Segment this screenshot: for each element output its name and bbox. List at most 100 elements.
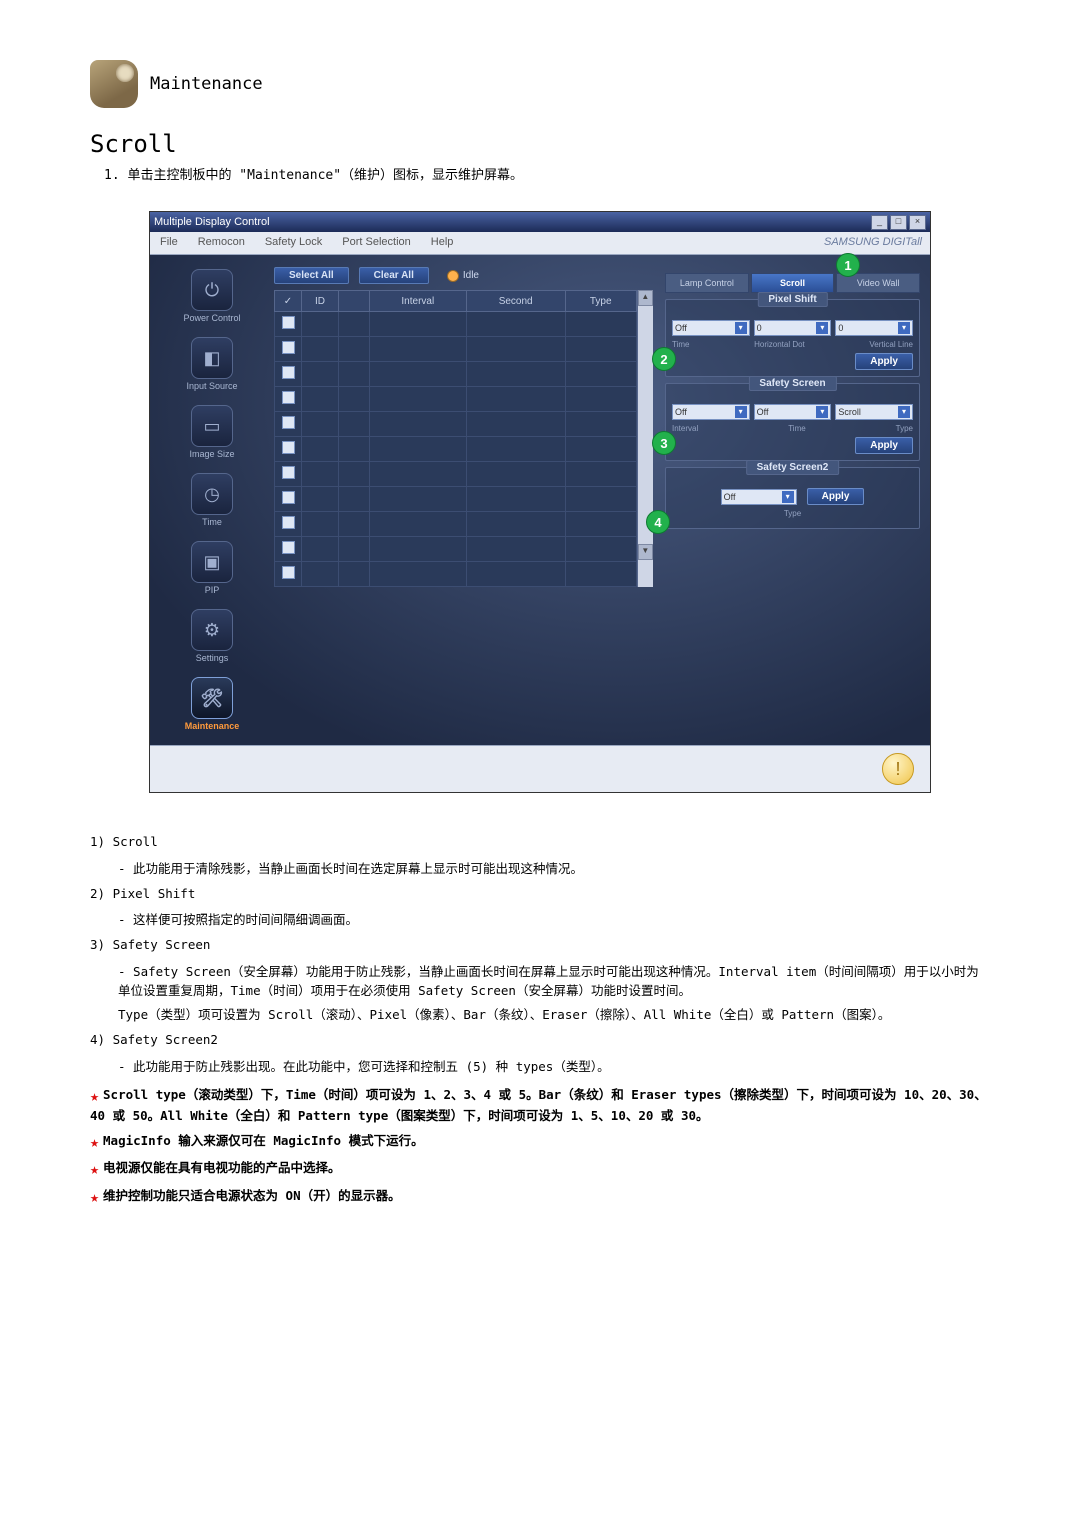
minimize-button[interactable]: _ [871, 215, 888, 230]
col-type: Type [565, 291, 636, 312]
desc-1-sub: - 此功能用于清除残影，当静止画面长时间在选定屏幕上显示时可能出现这种情况。 [118, 860, 990, 879]
nav-settings[interactable]: ⚙ Settings [191, 609, 233, 663]
row-checkbox[interactable] [282, 541, 295, 554]
star-icon: ★ [90, 1087, 99, 1105]
close-button[interactable]: × [909, 215, 926, 230]
idle-label: Idle [463, 270, 479, 281]
maintenance-icon: 🛠 [191, 677, 233, 719]
maintenance-doc-icon [90, 60, 138, 108]
nav-power-control[interactable]: ⏻ Power Control [183, 269, 240, 323]
nav-pip[interactable]: ▣ PIP [191, 541, 233, 595]
table-row[interactable] [275, 537, 637, 562]
nav-image-size[interactable]: ▭ Image Size [189, 405, 234, 459]
pixel-shift-hd-select[interactable]: 0▾ [754, 320, 832, 336]
label-type: Type [896, 424, 913, 433]
row-checkbox[interactable] [282, 316, 295, 329]
table-row[interactable] [275, 562, 637, 587]
desc-4-sub: - 此功能用于防止残影出现。在此功能中，您可选择和控制五 (5) 种 types… [118, 1058, 990, 1077]
idle-dot-icon [447, 270, 459, 282]
pixel-shift-off-select[interactable]: Off▾ [672, 320, 750, 336]
callout-badge-3: 3 [652, 431, 676, 455]
row-checkbox[interactable] [282, 491, 295, 504]
app-window: Multiple Display Control _ □ × File Remo… [149, 211, 931, 793]
row-checkbox[interactable] [282, 416, 295, 429]
step-num: 1. [104, 168, 120, 183]
pixel-shift-apply-button[interactable]: Apply [855, 353, 913, 370]
clear-all-button[interactable]: Clear All [359, 267, 429, 284]
tab-scroll[interactable]: Scroll [751, 273, 835, 293]
menu-help[interactable]: Help [421, 232, 464, 254]
row-checkbox[interactable] [282, 466, 295, 479]
menu-safety-lock[interactable]: Safety Lock [255, 232, 332, 254]
info-icon[interactable]: ! [882, 753, 914, 785]
desc-2-sub: - 这样便可按照指定的时间间隔细调画面。 [118, 911, 990, 930]
right-pane: 1 Lamp Control Scroll Video Wall Pixel S… [661, 255, 930, 745]
row-checkbox[interactable] [282, 341, 295, 354]
group-safety-screen2: Safety Screen2 Off▾ Apply Type 4 [665, 467, 920, 529]
chevron-down-icon: ▾ [782, 491, 794, 503]
pip-icon: ▣ [191, 541, 233, 583]
group-title: Safety Screen [748, 376, 836, 391]
title-bar[interactable]: Multiple Display Control _ □ × [150, 212, 930, 232]
nav-label: PIP [205, 585, 220, 595]
safety-interval-select[interactable]: Off▾ [672, 404, 750, 420]
settings-icon: ⚙ [191, 609, 233, 651]
pixel-shift-vl-select[interactable]: 0▾ [835, 320, 913, 336]
safety2-type-select[interactable]: Off▾ [721, 489, 797, 505]
row-checkbox[interactable] [282, 516, 295, 529]
group-title: Safety Screen2 [746, 460, 840, 475]
image-size-icon: ▭ [191, 405, 233, 447]
scroll-down-icon[interactable]: ▼ [638, 544, 653, 560]
table-row[interactable] [275, 437, 637, 462]
select-all-button[interactable]: Select All [274, 267, 349, 284]
nav-input-source[interactable]: ◧ Input Source [186, 337, 237, 391]
menu-remocon[interactable]: Remocon [188, 232, 255, 254]
safety-time-select[interactable]: Off▾ [754, 404, 832, 420]
table-row[interactable] [275, 512, 637, 537]
menu-bar: File Remocon Safety Lock Port Selection … [150, 232, 930, 255]
label-interval: Interval [672, 424, 698, 433]
table-row[interactable] [275, 337, 637, 362]
table-row[interactable] [275, 312, 637, 337]
star-icon: ★ [90, 1160, 99, 1178]
row-checkbox[interactable] [282, 566, 295, 579]
callout-badge-2: 2 [652, 347, 676, 371]
col-id: ID [302, 291, 339, 312]
scroll-up-icon[interactable]: ▲ [638, 290, 653, 306]
nav-time[interactable]: ◷ Time [191, 473, 233, 527]
nav-label: Time [202, 517, 222, 527]
col-check[interactable]: ✓ [275, 291, 302, 312]
table-row[interactable] [275, 462, 637, 487]
label-vertical-line: Vertical Line [869, 340, 913, 349]
page-title: Maintenance [150, 74, 263, 94]
menu-file[interactable]: File [150, 232, 188, 254]
label-type: Type [784, 509, 801, 518]
grid-scrollbar[interactable]: ▲ ▼ [637, 290, 653, 587]
safety-screen2-apply-button[interactable]: Apply [807, 488, 865, 505]
idle-indicator: Idle [447, 270, 479, 282]
nav-maintenance[interactable]: 🛠 Maintenance [185, 677, 240, 731]
table-row[interactable] [275, 487, 637, 512]
safety-type-select[interactable]: Scroll▾ [835, 404, 913, 420]
nav-label: Maintenance [185, 721, 240, 731]
tab-lamp-control[interactable]: Lamp Control [665, 273, 749, 293]
row-checkbox[interactable] [282, 366, 295, 379]
footer-bar: ! [150, 745, 930, 792]
maximize-button[interactable]: □ [890, 215, 907, 230]
chevron-down-icon: ▾ [816, 322, 828, 334]
star-note-4: ★维护控制功能只适合电源状态为 ON（开）的显示器。 [90, 1184, 990, 1207]
table-row[interactable] [275, 387, 637, 412]
row-checkbox[interactable] [282, 441, 295, 454]
safety-screen-apply-button[interactable]: Apply [855, 437, 913, 454]
nav-label: Power Control [183, 313, 240, 323]
row-checkbox[interactable] [282, 391, 295, 404]
page-header: Maintenance [90, 60, 990, 108]
chevron-down-icon: ▾ [898, 406, 910, 418]
group-safety-screen: Safety Screen Off▾ Off▾ Scroll▾ Interval… [665, 383, 920, 461]
nav-label: Settings [196, 653, 229, 663]
table-row[interactable] [275, 362, 637, 387]
desc-4-head: 4) Safety Screen2 [90, 1031, 990, 1050]
group-title: Pixel Shift [757, 292, 827, 307]
menu-port-selection[interactable]: Port Selection [332, 232, 420, 254]
table-row[interactable] [275, 412, 637, 437]
